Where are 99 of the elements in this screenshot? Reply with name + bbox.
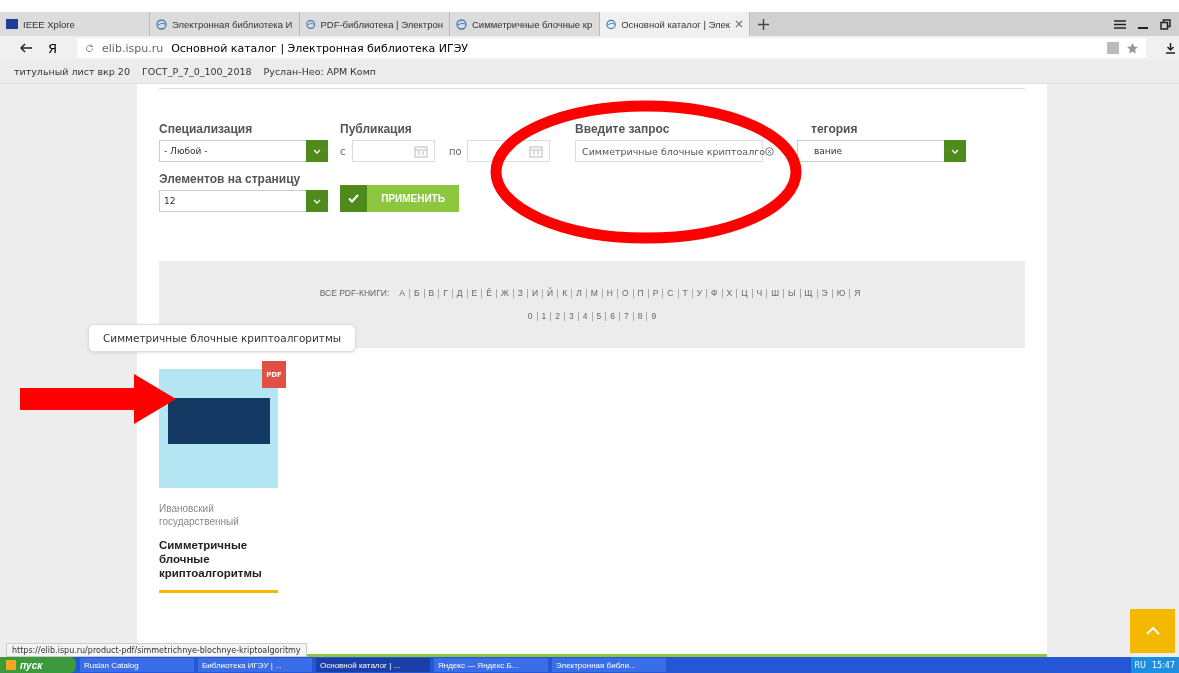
letter-link[interactable]: М bbox=[585, 288, 602, 298]
letter-link[interactable]: Б bbox=[409, 288, 424, 298]
letter-link[interactable]: Й bbox=[542, 288, 558, 298]
letter-link[interactable]: Ж bbox=[495, 288, 513, 298]
url-host: elib.ispu.ru bbox=[102, 41, 164, 55]
field-label: тегория bbox=[810, 122, 859, 136]
letter-link[interactable]: Е bbox=[466, 288, 482, 298]
calendar-icon bbox=[414, 144, 429, 158]
letter-link[interactable]: С bbox=[662, 288, 678, 298]
taskbar-item[interactable]: Яндекс — Яндекс.Б... bbox=[434, 658, 548, 672]
letter-link[interactable]: Ы bbox=[783, 288, 800, 298]
globe-icon bbox=[456, 18, 467, 30]
letter-link[interactable]: А bbox=[395, 288, 409, 298]
letter-link[interactable]: Ш bbox=[766, 288, 783, 298]
start-button[interactable]: пуск bbox=[0, 657, 76, 673]
book-publisher: Ивановский государственный bbox=[159, 502, 240, 528]
page-title: Основной каталог | Электронная библиотека ИГЭУ bbox=[171, 41, 469, 55]
letter-link[interactable]: Д bbox=[451, 288, 467, 298]
letter-link[interactable]: В bbox=[423, 288, 439, 298]
bookmark-link[interactable]: Руслан-Нео: АРМ Комп bbox=[263, 66, 377, 77]
windows-logo-icon bbox=[6, 660, 16, 670]
field-label: Публикация bbox=[340, 122, 413, 136]
globe-icon bbox=[606, 18, 617, 30]
close-icon[interactable] bbox=[735, 20, 743, 28]
digit-link[interactable]: 4 bbox=[577, 312, 592, 321]
field-label: Специализация bbox=[159, 122, 254, 136]
digit-link[interactable]: 9 bbox=[646, 312, 661, 321]
language-indicator[interactable]: RU bbox=[1134, 660, 1146, 670]
field-label: Элементов на страницу bbox=[159, 172, 302, 186]
chevron-up-icon bbox=[1145, 627, 1160, 635]
browser-tab[interactable]: IEEE Xplore bbox=[0, 12, 150, 36]
address-field[interactable]: elib.ispu.ru Основной каталог | Электронная библиотека ИГЭУ bbox=[77, 38, 1146, 58]
clock: 15:47 bbox=[1151, 660, 1175, 670]
letter-link[interactable]: Х bbox=[721, 288, 737, 298]
check-icon bbox=[348, 194, 359, 203]
restore-icon[interactable] bbox=[1160, 18, 1171, 30]
digit-link[interactable]: 1 bbox=[536, 312, 551, 321]
new-tab-icon[interactable] bbox=[758, 18, 769, 30]
date-from-field[interactable] bbox=[351, 140, 436, 162]
bookmark-link[interactable]: ГОСТ_Р_7_0_100_2018 bbox=[141, 66, 252, 77]
status-url: https://elib.ispu.ru/product-pdf/simmetrichnye-blochnye-kriptoalgoritmy bbox=[6, 643, 307, 657]
book-title[interactable]: Симметричные блочные криптоалгоритмы bbox=[159, 538, 278, 580]
bookmark-link[interactable]: титульный лист вкр 20 bbox=[14, 66, 130, 77]
digit-link[interactable]: 7 bbox=[618, 312, 633, 321]
globe-icon bbox=[306, 18, 316, 30]
browser-tab[interactable]: Электронная библиотека И bbox=[150, 12, 300, 36]
star-icon[interactable] bbox=[1127, 42, 1138, 54]
browser-logo[interactable]: Я bbox=[48, 40, 58, 56]
digit-link[interactable]: 3 bbox=[564, 312, 578, 321]
chevron-icon bbox=[313, 148, 321, 154]
category-select[interactable]: вание bbox=[797, 140, 966, 162]
letter-link[interactable]: Ю bbox=[831, 288, 850, 298]
from-label: с bbox=[340, 145, 347, 157]
letter-link[interactable]: Ё bbox=[481, 288, 496, 298]
letter-link[interactable]: О bbox=[616, 288, 633, 298]
letter-link[interactable]: Р bbox=[647, 288, 663, 298]
logo-icon bbox=[6, 19, 18, 29]
digit-link[interactable]: 2 bbox=[550, 312, 565, 321]
taskbar-item[interactable]: Ruslan Catalog bbox=[80, 658, 194, 672]
chevron-icon bbox=[313, 198, 321, 204]
clear-icon[interactable] bbox=[765, 146, 775, 156]
chevron-icon bbox=[951, 148, 959, 154]
letter-link[interactable]: Щ bbox=[799, 288, 817, 298]
taskbar-item[interactable]: Библиотека ИГЭУ | ... bbox=[198, 658, 312, 672]
letter-link[interactable]: З bbox=[512, 288, 527, 298]
letter-link[interactable]: Ч bbox=[751, 288, 767, 298]
taskbar-item[interactable]: Электронная библи... bbox=[552, 658, 666, 672]
letter-link[interactable]: Ц bbox=[736, 288, 752, 298]
to-label: по bbox=[449, 145, 463, 157]
browser-tab[interactable]: Основной каталог | Элек bbox=[600, 12, 750, 36]
letter-link[interactable]: И bbox=[526, 288, 543, 298]
letter-link[interactable]: Ф bbox=[706, 288, 722, 298]
letter-link[interactable]: Л bbox=[571, 288, 586, 298]
digit-link[interactable]: 6 bbox=[605, 312, 619, 321]
digit-link[interactable]: 0 bbox=[523, 312, 537, 321]
browser-tab[interactable]: Симметричные блочные кр bbox=[450, 12, 600, 36]
letter-link[interactable]: К bbox=[557, 288, 572, 298]
letter-link[interactable]: Т bbox=[677, 288, 692, 298]
letter-link[interactable]: Н bbox=[601, 288, 617, 298]
tooltip: Симметричные блочные криптоалгоритмы bbox=[88, 324, 357, 352]
field-label: Введите запрос bbox=[575, 122, 671, 136]
reload-icon[interactable] bbox=[85, 43, 95, 53]
letter-link[interactable]: П bbox=[632, 288, 648, 298]
browser-tab[interactable]: PDF-библиотека | Электрон bbox=[300, 12, 450, 36]
letter-link[interactable]: Э bbox=[816, 288, 832, 298]
specialization-select[interactable]: - Любой - bbox=[159, 140, 328, 162]
download-icon[interactable] bbox=[1166, 42, 1175, 54]
letter-link[interactable]: Я bbox=[849, 288, 865, 298]
globe-icon bbox=[156, 18, 167, 30]
digit-link[interactable]: 8 bbox=[632, 312, 647, 321]
back-icon[interactable] bbox=[20, 43, 32, 53]
taskbar-item[interactable]: Основной каталог | ... bbox=[316, 658, 430, 672]
menu-icon[interactable] bbox=[1114, 19, 1126, 29]
all-books-label: ВСЕ PDF-КНИГИ: bbox=[319, 288, 390, 298]
digit-link[interactable]: 5 bbox=[591, 312, 606, 321]
letter-link[interactable]: Г bbox=[438, 288, 452, 298]
letter-link[interactable]: У bbox=[691, 288, 707, 298]
per-page-select[interactable]: 12 bbox=[159, 190, 328, 212]
calendar-icon bbox=[529, 144, 543, 158]
